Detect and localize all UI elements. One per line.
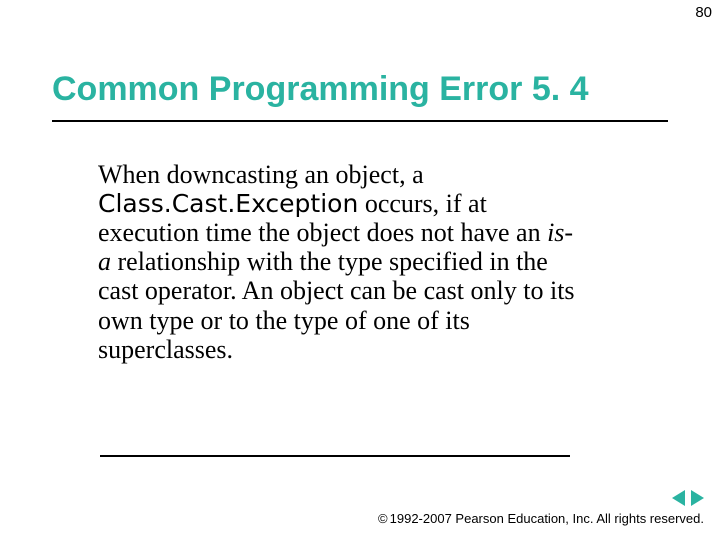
copyright-text: 1992-2007 Pearson Education, Inc. All ri…	[390, 511, 704, 526]
copyright-symbol: ©	[378, 511, 388, 526]
footer: © 1992-2007 Pearson Education, Inc. All …	[378, 511, 704, 526]
slide-title: Common Programming Error 5. 4	[52, 70, 668, 109]
code-classcastexception: Class.Cast.Exception	[98, 189, 358, 218]
body-text: When downcasting an object, a Class.Cast…	[98, 160, 578, 364]
page-number: 80	[695, 4, 712, 21]
body-underline	[100, 455, 570, 457]
body-pre: When downcasting an object, a	[98, 160, 424, 189]
nav-arrows	[672, 490, 704, 506]
prev-slide-icon[interactable]	[672, 490, 685, 506]
slide: 80 Common Programming Error 5. 4 When do…	[0, 0, 720, 540]
title-underline	[52, 120, 668, 122]
body-mid2: relationship with the type specified in …	[98, 247, 575, 363]
next-slide-icon[interactable]	[691, 490, 704, 506]
